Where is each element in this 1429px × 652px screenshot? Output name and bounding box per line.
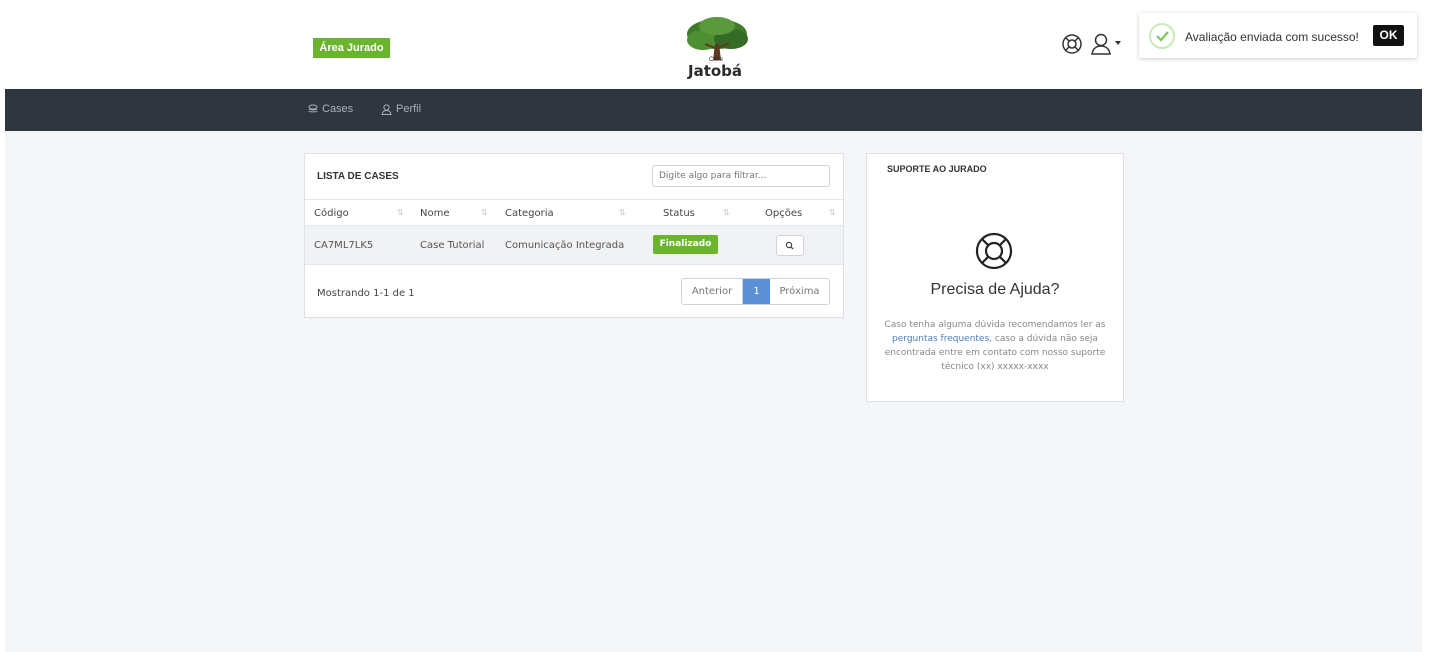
column-header-categoria[interactable]: Categoria — [505, 208, 554, 219]
pagination-page-1[interactable]: 1 — [743, 279, 770, 304]
nav-item-cases[interactable]: Cases — [308, 103, 353, 115]
support-panel: SUPORTE AO JURADO Precisa de Ajuda? Caso… — [866, 153, 1124, 402]
toast-message: Avaliação enviada com sucesso! — [1185, 30, 1359, 44]
help-lifebuoy-icon[interactable] — [1061, 33, 1083, 55]
pagination-prev[interactable]: Anterior — [682, 279, 743, 304]
column-header-codigo[interactable]: Código — [314, 208, 349, 219]
cell-nome: Case Tutorial — [420, 240, 485, 251]
table-row: CA7ML7LK5 Case Tutorial Comunicação Inte… — [305, 226, 843, 265]
search-icon — [785, 241, 794, 250]
table-header: Código ⇅ Nome ⇅ Categoria ⇅ Status ⇅ Opç… — [305, 199, 843, 226]
pagination-next[interactable]: Próxima — [770, 279, 829, 304]
nav-item-label: Perfil — [396, 103, 422, 115]
chevron-down-icon[interactable] — [1115, 41, 1121, 45]
nav-item-perfil[interactable]: Perfil — [381, 103, 421, 115]
sort-icon[interactable]: ⇅ — [481, 208, 488, 217]
cases-list-panel: LISTA DE CASES Código ⇅ Nome ⇅ Categoria… — [304, 153, 844, 318]
logo-text: Jatobá — [688, 62, 743, 80]
column-header-nome[interactable]: Nome — [420, 208, 450, 219]
user-icon — [381, 103, 392, 115]
check-icon — [1149, 23, 1175, 49]
cell-codigo: CA7ML7LK5 — [314, 240, 374, 251]
success-toast: Avaliação enviada com sucesso! OK — [1139, 13, 1417, 58]
page-background: Área Jurado Case Jatobá Cases Perfil LIS… — [5, 0, 1422, 652]
layers-icon — [308, 104, 318, 113]
faq-link[interactable]: perguntas frequentes — [892, 334, 989, 344]
main-navbar: Cases Perfil — [5, 89, 1422, 131]
column-header-status[interactable]: Status — [663, 208, 695, 219]
toast-ok-button[interactable]: OK — [1373, 25, 1404, 46]
cell-categoria: Comunicação Integrada — [505, 240, 625, 251]
sort-icon[interactable]: ⇅ — [619, 208, 626, 217]
panel-title: LISTA DE CASES — [317, 171, 399, 182]
panel-title: SUPORTE AO JURADO — [887, 164, 987, 174]
lifebuoy-icon — [975, 232, 1013, 270]
view-case-button[interactable] — [776, 235, 804, 256]
checkmark-icon — [1156, 31, 1169, 42]
status-badge: Finalizado — [653, 235, 718, 254]
nav-item-label: Cases — [322, 103, 354, 115]
sort-icon[interactable]: ⇅ — [397, 208, 404, 217]
sort-icon[interactable]: ⇅ — [723, 208, 730, 217]
help-text-intro: Caso tenha alguma dúvida recomendamos le… — [884, 320, 1106, 330]
help-heading: Precisa de Ajuda? — [930, 281, 1060, 298]
pagination: Anterior 1 Próxima — [681, 278, 830, 305]
column-header-opcoes[interactable]: Opções — [765, 208, 802, 219]
help-text: Caso tenha alguma dúvida recomendamos le… — [881, 318, 1109, 374]
sort-icon[interactable]: ⇅ — [829, 208, 836, 217]
filter-input[interactable] — [652, 165, 830, 187]
area-jurado-badge[interactable]: Área Jurado — [313, 38, 390, 58]
results-count: Mostrando 1-1 de 1 — [317, 288, 415, 299]
user-menu-icon[interactable] — [1090, 32, 1112, 56]
